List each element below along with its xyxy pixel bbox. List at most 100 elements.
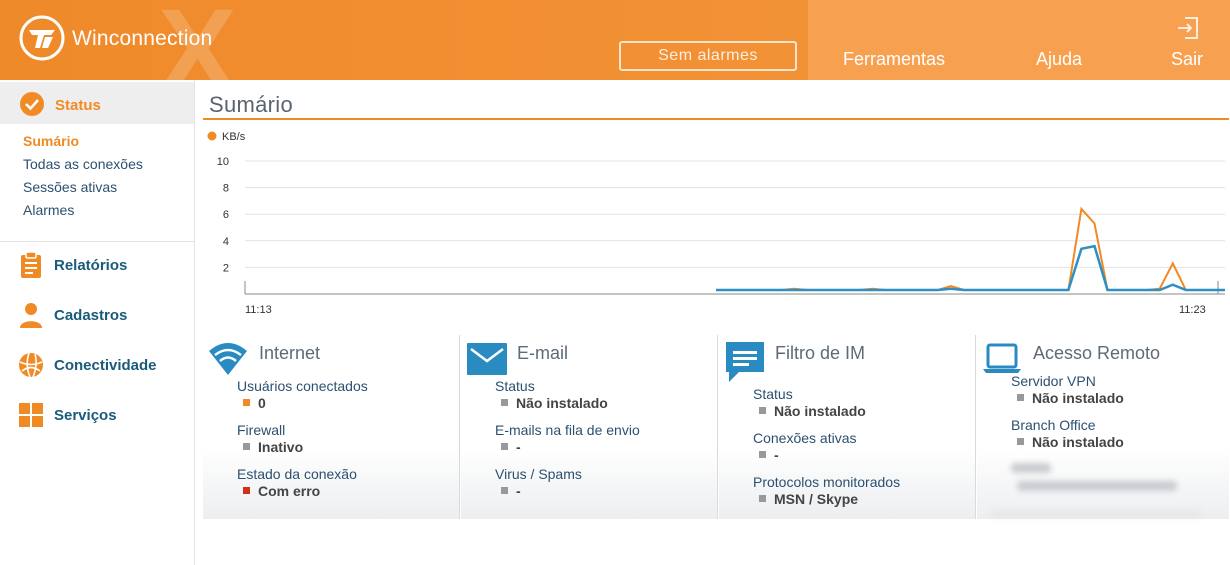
remote-vpn-text: Não instalado	[1032, 390, 1124, 406]
alarm-status-button[interactable]: Sem alarmes	[619, 41, 797, 71]
im-protocols-label: Protocolos monitorados	[753, 474, 901, 490]
card-internet-title: Internet	[259, 343, 321, 363]
status-bullet	[1017, 394, 1024, 401]
im-status-label: Status	[753, 386, 793, 402]
im-connections-text: -	[774, 447, 779, 463]
card-remote-title: Acesso Remoto	[1033, 343, 1161, 363]
page-title: Sumário	[209, 92, 294, 117]
chat-icon	[726, 342, 764, 382]
status-bullet	[501, 443, 508, 450]
remote-branch-text: Não instalado	[1032, 434, 1124, 450]
status-bullet	[759, 495, 766, 502]
chart-grid	[245, 160, 1225, 268]
sidebar-conectividade-label: Conectividade	[54, 357, 157, 374]
sidebar-divider	[0, 241, 194, 242]
card-im-title: Filtro de IM	[775, 343, 866, 363]
app-window: X Winconnection Sem alarmes Ferramentas …	[0, 0, 1230, 565]
blurred-footer	[991, 511, 1201, 517]
wifi-icon	[209, 343, 247, 375]
blurred-label	[1011, 463, 1051, 473]
envelope-icon	[467, 343, 507, 375]
blurred-value	[1017, 481, 1177, 491]
sidebar-item-relatorios[interactable]: Relatórios	[0, 250, 194, 280]
title-underline	[203, 118, 1229, 120]
sidebar-relatorios-label: Relatórios	[54, 257, 128, 274]
status-bullet	[1017, 438, 1024, 445]
y-tick-label: 4	[223, 236, 229, 248]
series-line-orange	[716, 206, 1225, 291]
globe-network-icon	[19, 352, 43, 378]
sidebar-sub-alarmes[interactable]: Alarmes	[23, 202, 74, 218]
sidebar-sub-todas-conexoes[interactable]: Todas as conexões	[23, 156, 143, 172]
chart-y-ticks: 10 8 6 4 2	[217, 156, 229, 274]
legend-marker	[207, 131, 217, 141]
status-bullet	[243, 487, 250, 494]
remote-vpn-value: Não instalado	[1017, 390, 1124, 406]
email-virus-value: -	[501, 483, 521, 499]
card-email[interactable]: E-mail Status Não instalado E-mails na f…	[461, 335, 718, 519]
nav-tools[interactable]: Ferramentas	[843, 49, 945, 70]
sidebar-item-status[interactable]: Status	[0, 82, 194, 124]
im-protocols-value: MSN / Skype	[759, 491, 858, 507]
sidebar-cadastros-label: Cadastros	[54, 307, 128, 324]
y-tick-label: 2	[223, 262, 229, 274]
sidebar-item-conectividade[interactable]: Conectividade	[0, 350, 194, 380]
email-queue-label: E-mails na fila de envio	[495, 422, 640, 438]
im-protocols-text: MSN / Skype	[774, 491, 859, 507]
grid-icon	[19, 403, 43, 427]
y-tick-label: 10	[217, 156, 229, 168]
nav-help[interactable]: Ajuda	[1036, 49, 1082, 70]
internet-firewall-value: Inativo	[243, 439, 303, 455]
sidebar-sub-sessoes-ativas[interactable]: Sessões ativas	[23, 179, 117, 195]
remote-vpn-label: Servidor VPN	[1011, 373, 1096, 389]
card-remote-access[interactable]: Acesso Remoto Servidor VPN Não instalado…	[977, 335, 1229, 519]
status-bullet	[759, 451, 766, 458]
winconnection-logo-icon[interactable]	[18, 14, 66, 62]
sidebar-status-label: Status	[55, 97, 101, 114]
card-internet[interactable]: Internet Usuários conectados 0 Firewall …	[203, 335, 460, 519]
email-virus-label: Virus / Spams	[495, 466, 582, 482]
y-tick-label: 6	[223, 209, 229, 221]
email-virus-text: -	[516, 483, 521, 499]
sidebar-sub-sumario[interactable]: Sumário	[23, 133, 79, 149]
exit-icon[interactable]	[1175, 15, 1201, 41]
internet-firewall-label: Firewall	[237, 422, 286, 438]
card-im-filter[interactable]: Filtro de IM Status Não instalado Conexõ…	[719, 335, 976, 519]
traffic-chart: KB/s 10 8 6 4 2 11:13 11:23	[207, 131, 1225, 316]
legend-label: KB/s	[222, 131, 246, 143]
remote-branch-label: Branch Office	[1011, 417, 1096, 433]
internet-users-text: 0	[258, 395, 266, 411]
summary-cards: Internet Usuários conectados 0 Firewall …	[203, 335, 1229, 519]
status-bullet	[243, 399, 250, 406]
sidebar-servicos-label: Serviços	[54, 407, 117, 424]
x-label-start: 11:13	[245, 304, 272, 316]
status-bullet	[501, 487, 508, 494]
internet-users-value: 0	[243, 395, 266, 411]
laptop-icon	[983, 343, 1021, 373]
clipboard-icon	[21, 251, 41, 278]
im-status-text: Não instalado	[774, 403, 866, 419]
internet-connection-text: Com erro	[258, 483, 321, 499]
internet-users-label: Usuários conectados	[237, 378, 368, 394]
series-line-blue	[716, 244, 1225, 292]
im-connections-value: -	[759, 447, 779, 463]
internet-firewall-text: Inativo	[258, 439, 304, 455]
im-status-value: Não instalado	[759, 403, 866, 419]
status-bullet	[243, 443, 250, 450]
sidebar-item-cadastros[interactable]: Cadastros	[0, 300, 194, 330]
email-queue-text: -	[516, 439, 521, 455]
status-bullet	[759, 407, 766, 414]
card-email-title: E-mail	[517, 343, 569, 363]
nav-exit[interactable]: Sair	[1171, 49, 1203, 70]
y-tick-label: 8	[223, 183, 229, 195]
status-bullet	[501, 399, 508, 406]
logo-text[interactable]: Winconnection	[72, 27, 212, 51]
top-header: X Winconnection Sem alarmes Ferramentas …	[0, 0, 1230, 80]
check-circle-icon	[20, 92, 44, 116]
im-connections-label: Conexões ativas	[753, 430, 857, 446]
user-icon	[20, 303, 42, 328]
chart-series	[716, 206, 1225, 292]
email-queue-value: -	[501, 439, 521, 455]
remote-branch-value: Não instalado	[1017, 434, 1124, 450]
sidebar-item-servicos[interactable]: Serviços	[0, 400, 194, 430]
